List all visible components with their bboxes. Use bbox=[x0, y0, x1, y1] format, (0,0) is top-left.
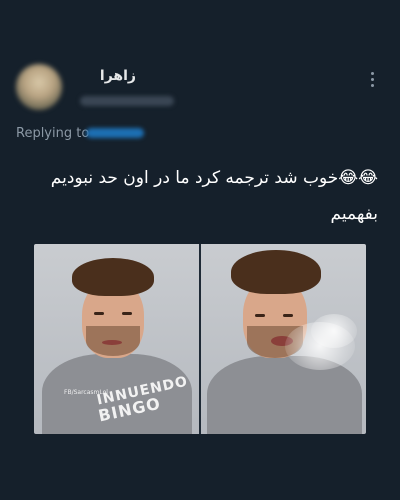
avatar[interactable] bbox=[16, 64, 62, 110]
replying-to-label: Replying to bbox=[16, 126, 90, 141]
reply-target-handle-blurred[interactable] bbox=[86, 128, 144, 138]
display-name[interactable]: زاهرا bbox=[92, 68, 136, 84]
more-options-icon[interactable] bbox=[364, 70, 380, 90]
media-frame-right bbox=[201, 244, 366, 434]
tweet: زاهرا Replying to 😂😂خوب شد ترجمه کرد ما … bbox=[0, 0, 400, 500]
media-frame-left: FB/SarcasmLol INNUENDO BINGO bbox=[34, 244, 199, 434]
tweet-text: 😂😂خوب شد ترجمه کرد ما در اون حد نبودیم ب… bbox=[50, 168, 378, 224]
tweet-media-image[interactable]: FB/SarcasmLol INNUENDO BINGO bbox=[34, 244, 366, 434]
username-handle-blurred[interactable] bbox=[80, 96, 174, 106]
